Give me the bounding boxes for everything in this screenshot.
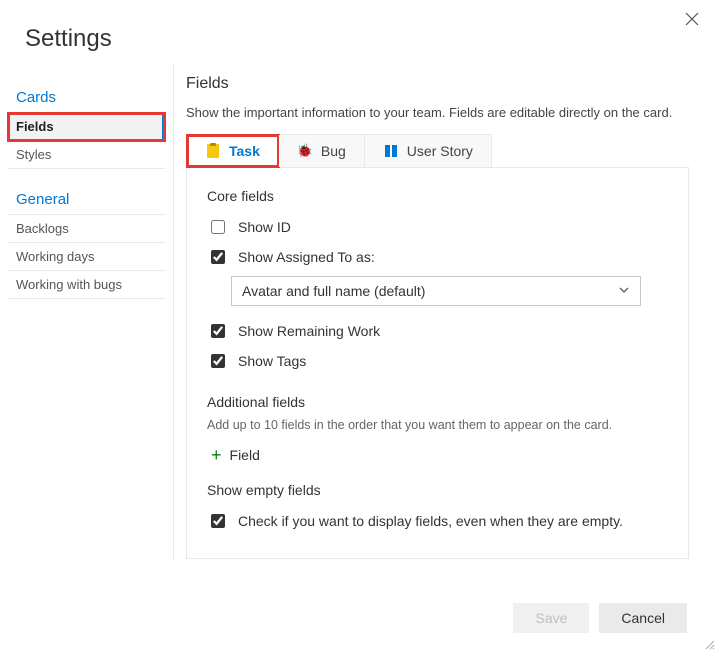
bug-icon bbox=[297, 143, 313, 159]
footer: Save Cancel bbox=[513, 603, 687, 633]
sidebar-item-backlogs[interactable]: Backlogs bbox=[8, 215, 165, 243]
tab-label: Task bbox=[229, 143, 260, 159]
tab-bar: Task Bug User Story bbox=[186, 134, 492, 167]
assigned-select-value: Avatar and full name (default) bbox=[242, 283, 425, 299]
show-remaining-checkbox[interactable] bbox=[211, 324, 225, 338]
main-panel: Fields Show the important information to… bbox=[186, 83, 717, 559]
show-tags-checkbox[interactable] bbox=[211, 354, 225, 368]
show-tags-row: Show Tags bbox=[207, 346, 668, 376]
empty-fields-row: Check if you want to display fields, eve… bbox=[207, 506, 668, 536]
fields-panel: Core fields Show ID Show Assigned To as:… bbox=[186, 167, 689, 559]
show-tags-label: Show Tags bbox=[238, 353, 306, 369]
sidebar-item-working-days[interactable]: Working days bbox=[8, 243, 165, 271]
empty-fields-checkbox[interactable] bbox=[211, 514, 225, 528]
empty-fields-label: Check if you want to display fields, eve… bbox=[238, 513, 623, 529]
tab-bug[interactable]: Bug bbox=[279, 135, 365, 167]
sidebar: Cards Fields Styles General Backlogs Wor… bbox=[0, 83, 165, 559]
show-id-checkbox[interactable] bbox=[211, 220, 225, 234]
show-id-row: Show ID bbox=[207, 212, 668, 242]
close-button[interactable] bbox=[685, 12, 699, 29]
add-field-label: Field bbox=[230, 447, 260, 463]
assigned-select[interactable]: Avatar and full name (default) bbox=[231, 276, 641, 306]
close-icon bbox=[685, 14, 699, 29]
sidebar-item-working-with-bugs[interactable]: Working with bugs bbox=[8, 271, 165, 299]
chevron-down-icon bbox=[618, 283, 630, 299]
spacer bbox=[8, 169, 165, 185]
empty-fields-heading: Show empty fields bbox=[207, 482, 668, 498]
section-description: Show the important information to your t… bbox=[186, 105, 689, 120]
core-fields-heading: Core fields bbox=[207, 188, 668, 204]
resize-grip[interactable] bbox=[703, 638, 715, 653]
tab-label: User Story bbox=[407, 143, 473, 159]
show-id-label: Show ID bbox=[238, 219, 291, 235]
show-remaining-row: Show Remaining Work bbox=[207, 316, 668, 346]
show-assigned-checkbox[interactable] bbox=[211, 250, 225, 264]
additional-fields-description: Add up to 10 fields in the order that yo… bbox=[207, 418, 668, 432]
cancel-button[interactable]: Cancel bbox=[599, 603, 687, 633]
tab-user-story[interactable]: User Story bbox=[365, 135, 491, 167]
task-icon bbox=[205, 143, 221, 159]
show-assigned-label: Show Assigned To as: bbox=[238, 249, 375, 265]
sidebar-item-styles[interactable]: Styles bbox=[8, 141, 165, 169]
tab-task[interactable]: Task bbox=[187, 135, 279, 167]
add-field-button[interactable]: + Field bbox=[207, 442, 668, 464]
sidebar-group-general[interactable]: General bbox=[8, 185, 165, 215]
assigned-select-wrap: Avatar and full name (default) bbox=[231, 276, 668, 306]
tab-label: Bug bbox=[321, 143, 346, 159]
show-assigned-row: Show Assigned To as: bbox=[207, 242, 668, 272]
sidebar-group-cards[interactable]: Cards bbox=[8, 83, 165, 113]
sidebar-item-fields[interactable]: Fields bbox=[8, 113, 165, 141]
section-title: Fields bbox=[186, 75, 689, 93]
show-remaining-label: Show Remaining Work bbox=[238, 323, 380, 339]
additional-fields-heading: Additional fields bbox=[207, 394, 668, 410]
vertical-divider bbox=[173, 63, 174, 559]
page-title: Settings bbox=[0, 0, 717, 53]
book-icon bbox=[383, 143, 399, 159]
save-button[interactable]: Save bbox=[513, 603, 589, 633]
plus-icon: + bbox=[211, 446, 222, 464]
